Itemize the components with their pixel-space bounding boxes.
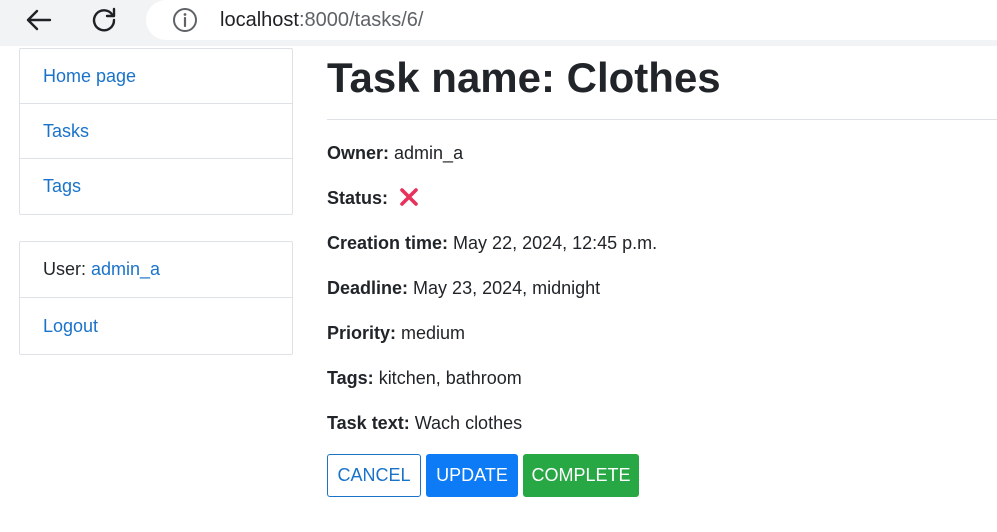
url-path: :8000/tasks/6/ [298,9,424,31]
deadline-field: Deadline: May 23, 2024, midnight [327,277,600,299]
sidebar-item-label[interactable]: Home page [43,66,136,87]
complete-button[interactable]: COMPLETE [523,454,639,497]
sidebar-nav: Home page Tasks Tags [19,48,293,215]
tags-field: Tags: kitchen, bathroom [327,367,522,389]
status-field: Status: [327,187,419,209]
owner-field: Owner: admin_a [327,142,463,164]
back-arrow-icon[interactable] [22,4,54,36]
tags-label: Tags: [327,368,374,388]
task-text-label: Task text: [327,413,410,433]
sidebar-item-tasks[interactable]: Tasks [20,104,292,159]
page-content: Home page Tasks Tags User: admin_a Logou… [0,46,997,532]
creation-time-label: Creation time: [327,233,449,253]
tags-value: kitchen, bathroom [378,368,522,388]
url-host: localhost [220,9,299,31]
cross-mark-icon [399,187,419,207]
sidebar-item-logout[interactable]: Logout [20,298,292,354]
owner-value: admin_a [394,143,464,163]
sidebar-item-label[interactable]: Tags [43,176,81,197]
status-label: Status: [327,188,389,208]
sidebar-item-user: User: admin_a [20,242,292,298]
task-text-value: Wach clothes [414,413,523,433]
creation-time-field: Creation time: May 22, 2024, 12:45 p.m. [327,232,657,254]
title-divider [327,119,997,120]
address-bar[interactable]: localhost:8000/tasks/6/ [146,0,997,40]
update-button[interactable]: UPDATE [426,454,518,497]
deadline-label: Deadline: [327,278,409,298]
creation-time-value: May 22, 2024, 12:45 p.m. [453,233,658,253]
priority-label: Priority: [327,323,397,343]
user-link[interactable]: admin_a [91,259,160,280]
sidebar-item-label[interactable]: Tasks [43,121,89,142]
task-text-field: Task text: Wach clothes [327,412,522,434]
sidebar-item-tags[interactable]: Tags [20,159,292,214]
sidebar-item-home[interactable]: Home page [20,49,292,104]
deadline-value: May 23, 2024, midnight [413,278,601,298]
priority-value: medium [401,323,466,343]
owner-label: Owner: [327,143,390,163]
reload-icon[interactable] [88,4,120,36]
logout-link[interactable]: Logout [43,316,98,337]
info-icon[interactable] [172,7,198,33]
url-text[interactable]: localhost:8000/tasks/6/ [220,8,423,32]
priority-field: Priority: medium [327,322,465,344]
sidebar-account: User: admin_a Logout [19,241,293,355]
user-label: User: [43,259,87,279]
browser-toolbar: localhost:8000/tasks/6/ [0,0,997,46]
cancel-button[interactable]: CANCEL [327,454,421,497]
page-title: Task name: Clothes [327,54,721,101]
